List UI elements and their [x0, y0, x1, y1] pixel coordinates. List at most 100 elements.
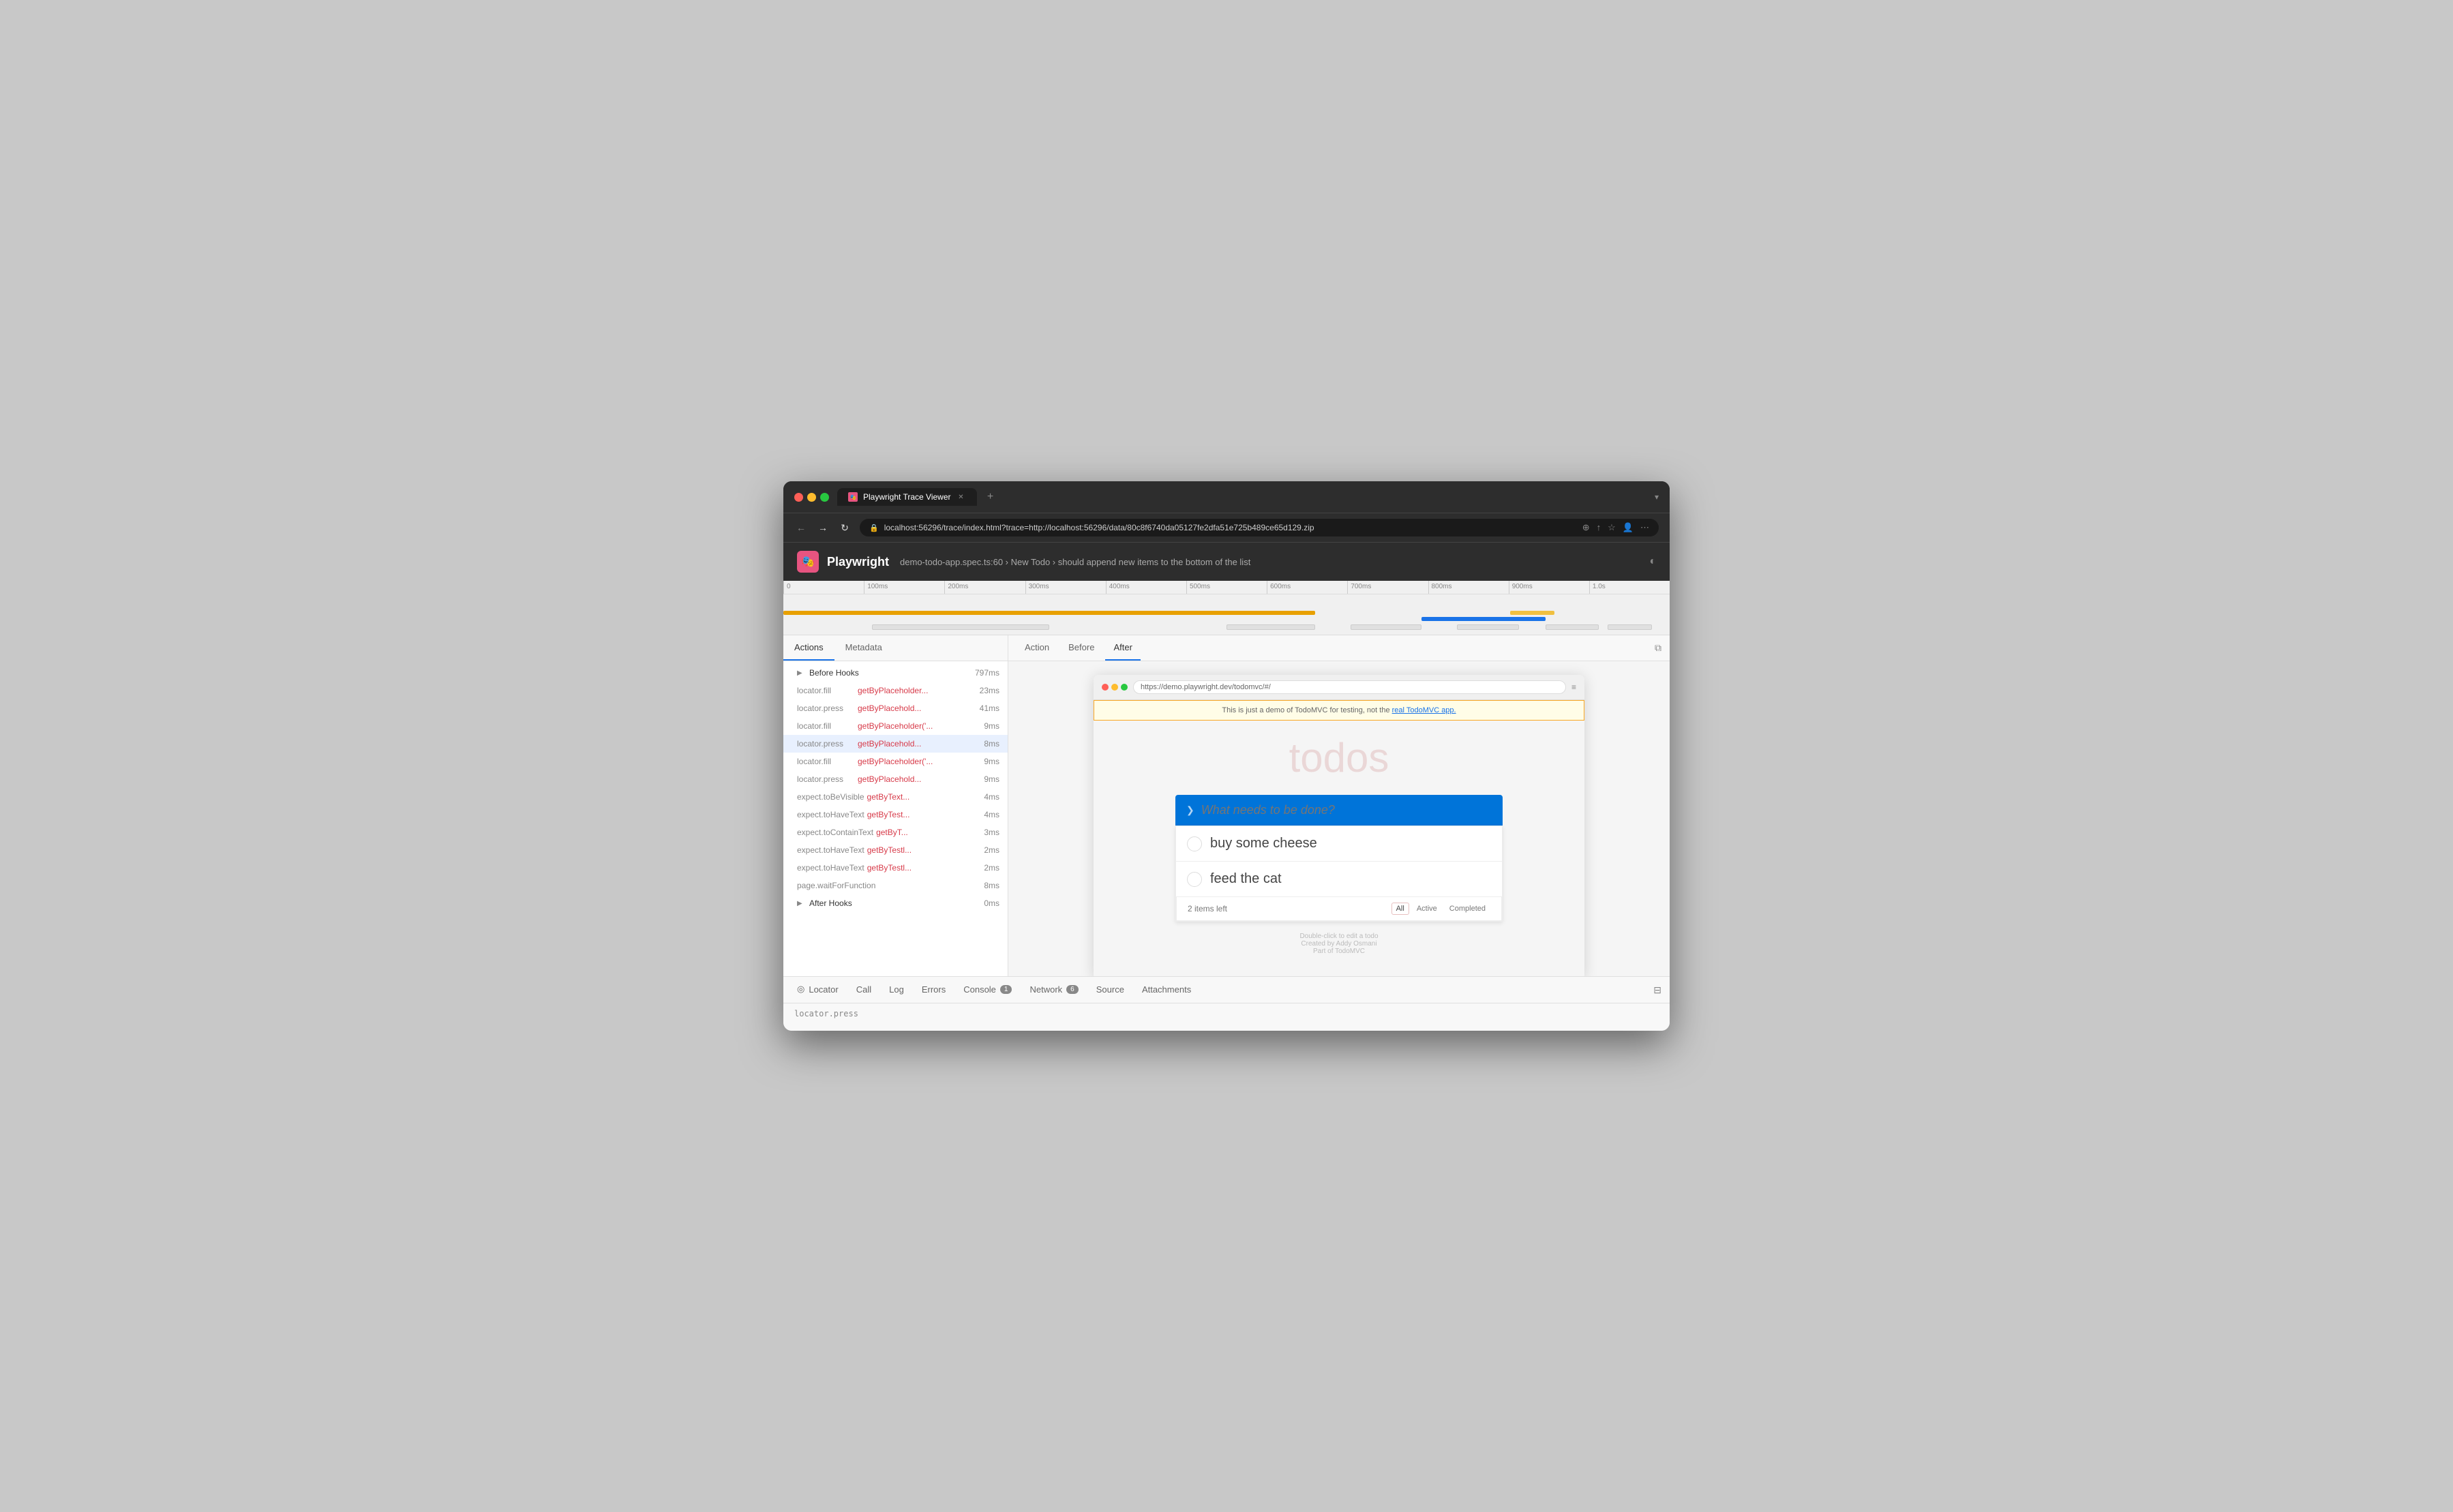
bottom-tab-locator[interactable]: ◎ Locator [789, 977, 847, 1003]
profile-icon[interactable]: 👤 [1623, 522, 1634, 533]
pw-bottom-content: locator.press [783, 1003, 1670, 1031]
todo-filter-all[interactable]: All [1391, 903, 1409, 915]
action-item-0[interactable]: locator.fill getByPlaceholder... 23ms [783, 682, 1008, 699]
action-locator-10: getByTestl... [867, 863, 973, 873]
action-item-10[interactable]: expect.toHaveText getByTestl... 2ms [783, 859, 1008, 877]
bottom-tab-log[interactable]: Log [881, 978, 912, 1003]
action-method-10: expect.toHaveText [797, 863, 864, 873]
action-item-3[interactable]: locator.press getByPlacehold... 8ms [783, 735, 1008, 753]
tab-close-button[interactable]: ✕ [957, 492, 966, 502]
todo-list-item-1: feed the cat [1176, 862, 1502, 897]
bottom-tab-source[interactable]: Source [1088, 978, 1132, 1003]
action-item-11[interactable]: page.waitForFunction 8ms [783, 877, 1008, 894]
action-item-1[interactable]: locator.press getByPlacehold... 41ms [783, 699, 1008, 717]
timeline-mark-800: 800ms [1428, 581, 1509, 594]
tab-before[interactable]: Before [1060, 635, 1102, 661]
action-locator-1: getByPlacehold... [858, 704, 973, 713]
bottom-tab-errors[interactable]: Errors [914, 978, 954, 1003]
action-locator-5: getByPlacehold... [858, 774, 973, 784]
browser-tab-active[interactable]: 🎭 Playwright Trace Viewer ✕ [837, 488, 977, 506]
action-method-8: expect.toContainText [797, 828, 873, 837]
tab-after[interactable]: After [1105, 635, 1140, 661]
action-duration-9: 2ms [976, 845, 999, 855]
action-item-6[interactable]: expect.toBeVisible getByText... 4ms [783, 788, 1008, 806]
nav-back-button[interactable]: ← [794, 522, 808, 533]
timeline-mark-900: 900ms [1509, 581, 1589, 594]
action-duration-11: 8ms [976, 881, 999, 890]
share-icon[interactable]: ↑ [1597, 522, 1601, 533]
nav-forward-button[interactable]: → [816, 522, 830, 533]
todo-input-field[interactable] [1201, 803, 1492, 817]
tab-action[interactable]: Action [1017, 635, 1057, 661]
pw-panel-tabs: Actions Metadata [783, 635, 1008, 661]
action-method-11: page.waitForFunction [797, 881, 899, 890]
action-group-before-hooks[interactable]: ▶ Before Hooks 797ms [783, 664, 1008, 682]
address-bar[interactable]: 🔒 localhost:56296/trace/index.html?trace… [860, 519, 1659, 536]
timeline-mark-200: 200ms [944, 581, 1025, 594]
bottom-tab-network[interactable]: Network 6 [1021, 978, 1086, 1003]
bottom-tab-console[interactable]: Console 1 [955, 978, 1020, 1003]
action-item-7[interactable]: expect.toHaveText getByTest... 4ms [783, 806, 1008, 823]
timeline-bar-secondary [1421, 617, 1546, 621]
todo-item-text-1: feed the cat [1210, 871, 1282, 887]
tab-metadata[interactable]: Metadata [834, 635, 893, 661]
zoom-icon[interactable]: ⊕ [1582, 522, 1590, 533]
todo-filter-completed[interactable]: Completed [1445, 903, 1490, 915]
bottom-tab-errors-label: Errors [922, 984, 946, 995]
traffic-light-green[interactable] [820, 493, 829, 502]
preview-url-bar: https://demo.playwright.dev/todomvc/#/ [1133, 680, 1566, 694]
split-view-button[interactable]: ⊟ [1651, 982, 1664, 999]
action-item-9[interactable]: expect.toHaveText getByTestl... 2ms [783, 841, 1008, 859]
todo-items-left: 2 items left [1188, 904, 1391, 913]
action-duration-3: 8ms [976, 739, 999, 749]
action-duration-1: 41ms [976, 704, 999, 713]
timeline-bar-screenshot-3 [1351, 624, 1421, 630]
theme-toggle-button[interactable]: ◐ [1649, 556, 1656, 568]
action-item-8[interactable]: expect.toContainText getByT... 3ms [783, 823, 1008, 841]
todo-checkbox-0 [1187, 836, 1202, 851]
preview-browser-bar: https://demo.playwright.dev/todomvc/#/ ≡ [1094, 675, 1584, 700]
timeline-bar-screenshot-6 [1608, 624, 1652, 630]
bottom-tab-call[interactable]: Call [848, 978, 879, 1003]
traffic-light-yellow[interactable] [807, 493, 816, 502]
bookmark-icon[interactable]: ☆ [1608, 522, 1616, 533]
todo-footer-tabs: All Active Completed [1391, 903, 1490, 915]
action-locator-8: getByT... [876, 828, 973, 837]
todo-filter-active[interactable]: Active [1412, 903, 1442, 915]
pw-main: Actions Metadata ▶ Before Hooks 797ms lo… [783, 635, 1670, 976]
tab-dropdown[interactable]: ▾ [1655, 492, 1659, 502]
action-group-after-hooks[interactable]: ▶ After Hooks 0ms [783, 894, 1008, 912]
tab-title: Playwright Trace Viewer [863, 492, 951, 502]
action-method-0: locator.fill [797, 686, 855, 695]
action-duration-0: 23ms [976, 686, 999, 695]
timeline-bar-main [783, 611, 1315, 615]
action-method-7: expect.toHaveText [797, 810, 864, 819]
action-method-3: locator.press [797, 739, 855, 749]
preview-browser: https://demo.playwright.dev/todomvc/#/ ≡… [1094, 675, 1584, 976]
bottom-tab-log-label: Log [889, 984, 904, 995]
action-item-2[interactable]: locator.fill getByPlaceholder('... 9ms [783, 717, 1008, 735]
action-item-5[interactable]: locator.press getByPlacehold... 9ms [783, 770, 1008, 788]
action-item-4[interactable]: locator.fill getByPlaceholder('... 9ms [783, 753, 1008, 770]
new-tab-button[interactable]: + [982, 489, 999, 505]
after-hooks-chevron-icon: ▶ [797, 900, 804, 907]
pw-header: 🎭 Playwright demo-todo-app.spec.ts:60 › … [783, 543, 1670, 581]
todo-notice-text: This is just a demo of TodoMVC for testi… [1222, 706, 1389, 714]
more-icon[interactable]: ⋯ [1640, 522, 1649, 533]
locator-line: locator.press [794, 1009, 1659, 1018]
todo-notice-link[interactable]: real TodoMVC app. [1392, 706, 1456, 714]
timeline-bars [783, 594, 1670, 635]
pw-bottom-panel: ◎ Locator Call Log Errors Console 1 Netw [783, 976, 1670, 1031]
bottom-tab-source-label: Source [1096, 984, 1124, 995]
action-method-5: locator.press [797, 774, 855, 784]
external-link-icon[interactable]: ⧉ [1655, 642, 1661, 654]
traffic-light-red[interactable] [794, 493, 803, 502]
timeline-mark-1s: 1.0s [1589, 581, 1670, 594]
tab-actions[interactable]: Actions [783, 635, 834, 661]
action-locator-9: getByTestl... [867, 845, 973, 855]
bottom-tab-attachments[interactable]: Attachments [1134, 978, 1199, 1003]
pw-action-tabs: Action Before After ⧉ [1008, 635, 1670, 661]
nav-reload-button[interactable]: ↻ [838, 522, 852, 534]
timeline-bar-screenshot-4 [1457, 624, 1519, 630]
timeline-bar-screenshot-5 [1546, 624, 1599, 630]
